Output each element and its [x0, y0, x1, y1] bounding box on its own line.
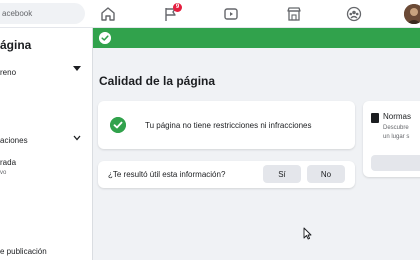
- notification-badge: 9: [173, 3, 182, 12]
- norms-description: Descubre un lugar s: [383, 124, 409, 142]
- status-message: Tu página no tiene restricciones ni infr…: [145, 121, 312, 130]
- sidebar-page-title: ágina: [0, 38, 32, 52]
- check-circle-icon: [99, 32, 111, 44]
- norms-description-line: un lugar s: [383, 134, 410, 140]
- feedback-question: ¿Te resultó útil esta información?: [108, 170, 226, 179]
- yes-button[interactable]: Sí: [263, 165, 301, 183]
- norms-action-button[interactable]: [371, 155, 420, 171]
- home-icon[interactable]: [100, 6, 116, 22]
- top-navigation-bar: 9: [0, 0, 420, 28]
- mouse-cursor-icon: [303, 227, 312, 240]
- norms-description-line: Descubre: [383, 125, 409, 131]
- groups-icon[interactable]: [346, 6, 362, 22]
- avatar[interactable]: [404, 4, 420, 24]
- sidebar-role-selector[interactable]: reno: [0, 68, 16, 77]
- left-sidebar: ágina reno aciones rada vo e publicación: [0, 28, 93, 260]
- check-circle-icon: [110, 117, 126, 133]
- success-banner: [93, 28, 420, 48]
- marketplace-icon[interactable]: [286, 6, 302, 22]
- sidebar-item-publicacion[interactable]: e publicación: [0, 247, 47, 256]
- page-title: Calidad de la página: [99, 74, 216, 88]
- norms-card: Normas Descubre un lugar s: [363, 101, 420, 177]
- book-icon: [371, 113, 379, 123]
- user-photo-icon: [404, 4, 420, 24]
- norms-title: Normas: [383, 112, 412, 121]
- no-button[interactable]: No: [307, 165, 345, 183]
- sidebar-item-acciones[interactable]: aciones: [0, 136, 28, 145]
- caret-down-icon[interactable]: [73, 66, 81, 71]
- search-input[interactable]: [0, 3, 85, 24]
- sidebar-item-subtext: vo: [0, 170, 7, 176]
- chevron-down-icon[interactable]: [73, 135, 81, 141]
- feedback-card: ¿Te resultó útil esta información? Sí No: [98, 161, 355, 188]
- video-icon[interactable]: [223, 6, 239, 22]
- status-card: Tu página no tiene restricciones ni infr…: [98, 101, 355, 149]
- sidebar-item-rada[interactable]: rada: [0, 158, 16, 167]
